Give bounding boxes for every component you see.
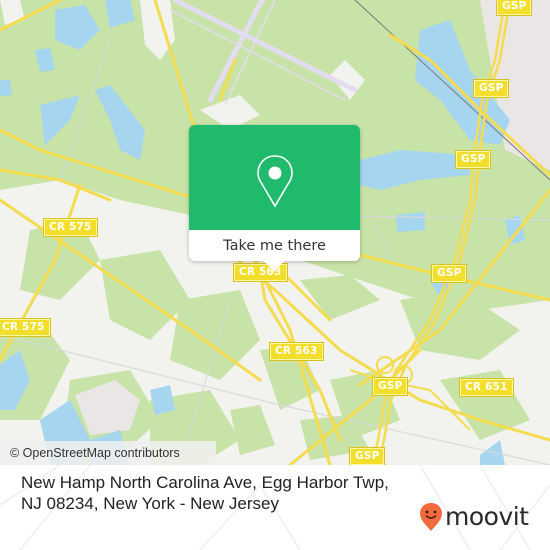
popup-header [189,125,360,230]
road-label-gsp: GSP [474,80,509,97]
moovit-logo[interactable]: moovit [419,500,529,534]
road-label-gsp: GSP [456,151,491,168]
road-label-cr575: CR 575 [0,319,50,336]
road-label-cr563: CR 563 [270,343,323,360]
map-attribution[interactable]: © OpenStreetMap contributors [0,441,216,465]
road-label-gsp: GSP [432,265,467,282]
road-label-gsp: GSP [350,448,385,465]
road-label-gsp: GSP [497,0,532,15]
airport-runways [172,0,358,103]
moovit-smile-pin-icon [420,503,442,531]
moovit-wordmark: moovit [445,502,529,531]
road-label-gsp: GSP [373,378,408,395]
map-pin-icon [257,155,293,208]
take-me-there-button[interactable]: Take me there [189,230,360,261]
road-label-cr575: CR 575 [44,219,97,236]
road-label-cr651: CR 651 [460,379,513,396]
popup-pointer [263,260,285,272]
location-popup[interactable]: Take me there [189,125,360,272]
address-text: New Hamp North Carolina Ave, Egg Harbor … [21,473,389,513]
